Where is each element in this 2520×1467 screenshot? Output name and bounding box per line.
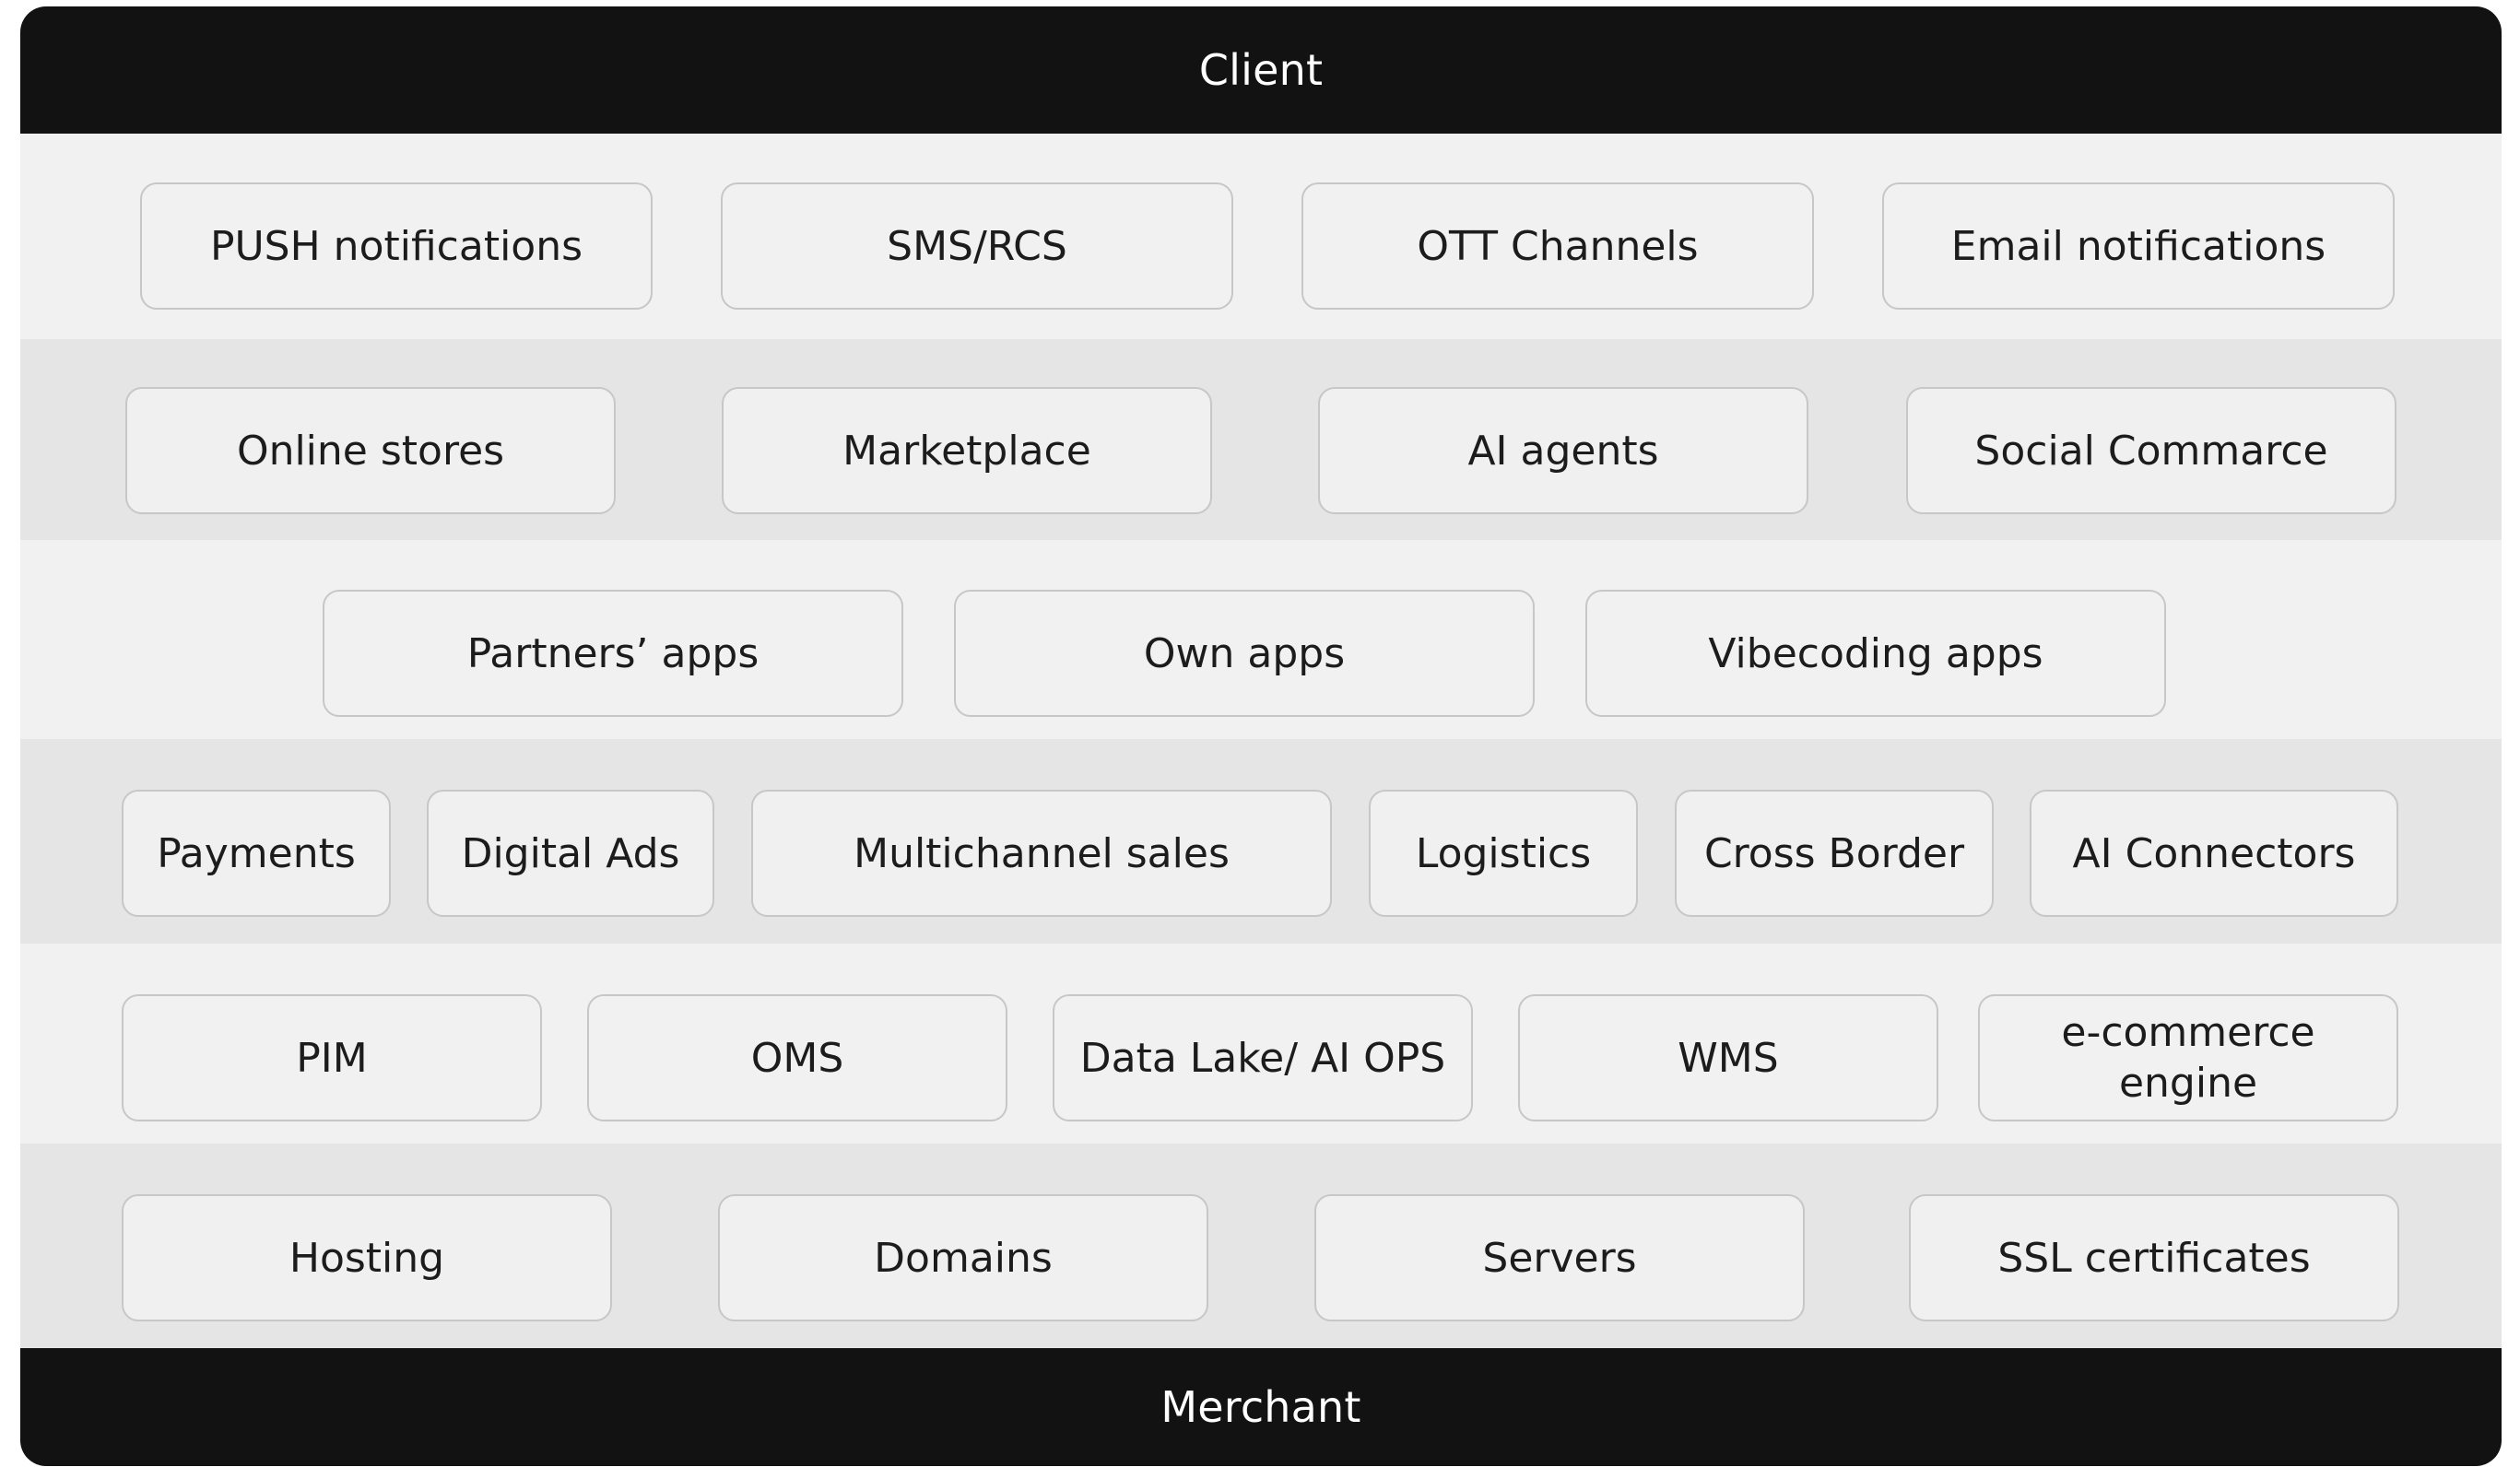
band-sales-channels: Online stores Marketplace AI agents Soci… [20,339,2502,540]
box-own-apps: Own apps [954,590,1535,717]
band-infrastructure: Hosting Domains Servers SSL certificates [20,1144,2502,1348]
box-ssl-certificates: SSL certificates [1909,1194,2399,1321]
box-wms: WMS [1518,994,1938,1121]
box-oms: OMS [587,994,1007,1121]
layer-diagram: Client PUSH notifications SMS/RCS OTT Ch… [20,6,2502,1466]
box-cross-border: Cross Border [1675,790,1994,917]
merchant-label: Merchant [1160,1382,1361,1432]
box-social-commarce: Social Commarce [1906,387,2396,514]
box-domains: Domains [718,1194,1208,1321]
box-sms-rcs: SMS/RCS [721,182,1233,310]
box-ai-agents: AI agents [1318,387,1808,514]
band-services: Payments Digital Ads Multichannel sales … [20,739,2502,944]
client-label: Client [1198,45,1324,95]
merchant-bar: Merchant [20,1348,2502,1466]
band-core-systems: PIM OMS Data Lake/ AI OPS WMS e-commerce… [20,944,2502,1144]
box-push-notifications: PUSH notifications [140,182,653,310]
box-digital-ads: Digital Ads [427,790,714,917]
band-apps: Partners’ apps Own apps Vibecoding apps [20,540,2502,739]
box-ai-connectors: AI Connectors [2030,790,2398,917]
box-email-notifications: Email notifications [1882,182,2395,310]
box-multichannel-sales: Multichannel sales [751,790,1332,917]
box-payments: Payments [122,790,391,917]
box-online-stores: Online stores [125,387,616,514]
box-marketplace: Marketplace [722,387,1212,514]
band-notifications: PUSH notifications SMS/RCS OTT Channels … [20,134,2502,339]
box-ott-channels: OTT Channels [1301,182,1814,310]
box-ecommerce-engine: e-commerce engine [1978,994,2398,1121]
box-vibecoding-apps: Vibecoding apps [1585,590,2166,717]
box-logistics: Logistics [1369,790,1638,917]
box-data-lake-ai-ops: Data Lake/ AI OPS [1053,994,1473,1121]
box-hosting: Hosting [122,1194,612,1321]
box-servers: Servers [1314,1194,1805,1321]
box-pim: PIM [122,994,542,1121]
client-bar: Client [20,6,2502,134]
box-partners-apps: Partners’ apps [323,590,903,717]
